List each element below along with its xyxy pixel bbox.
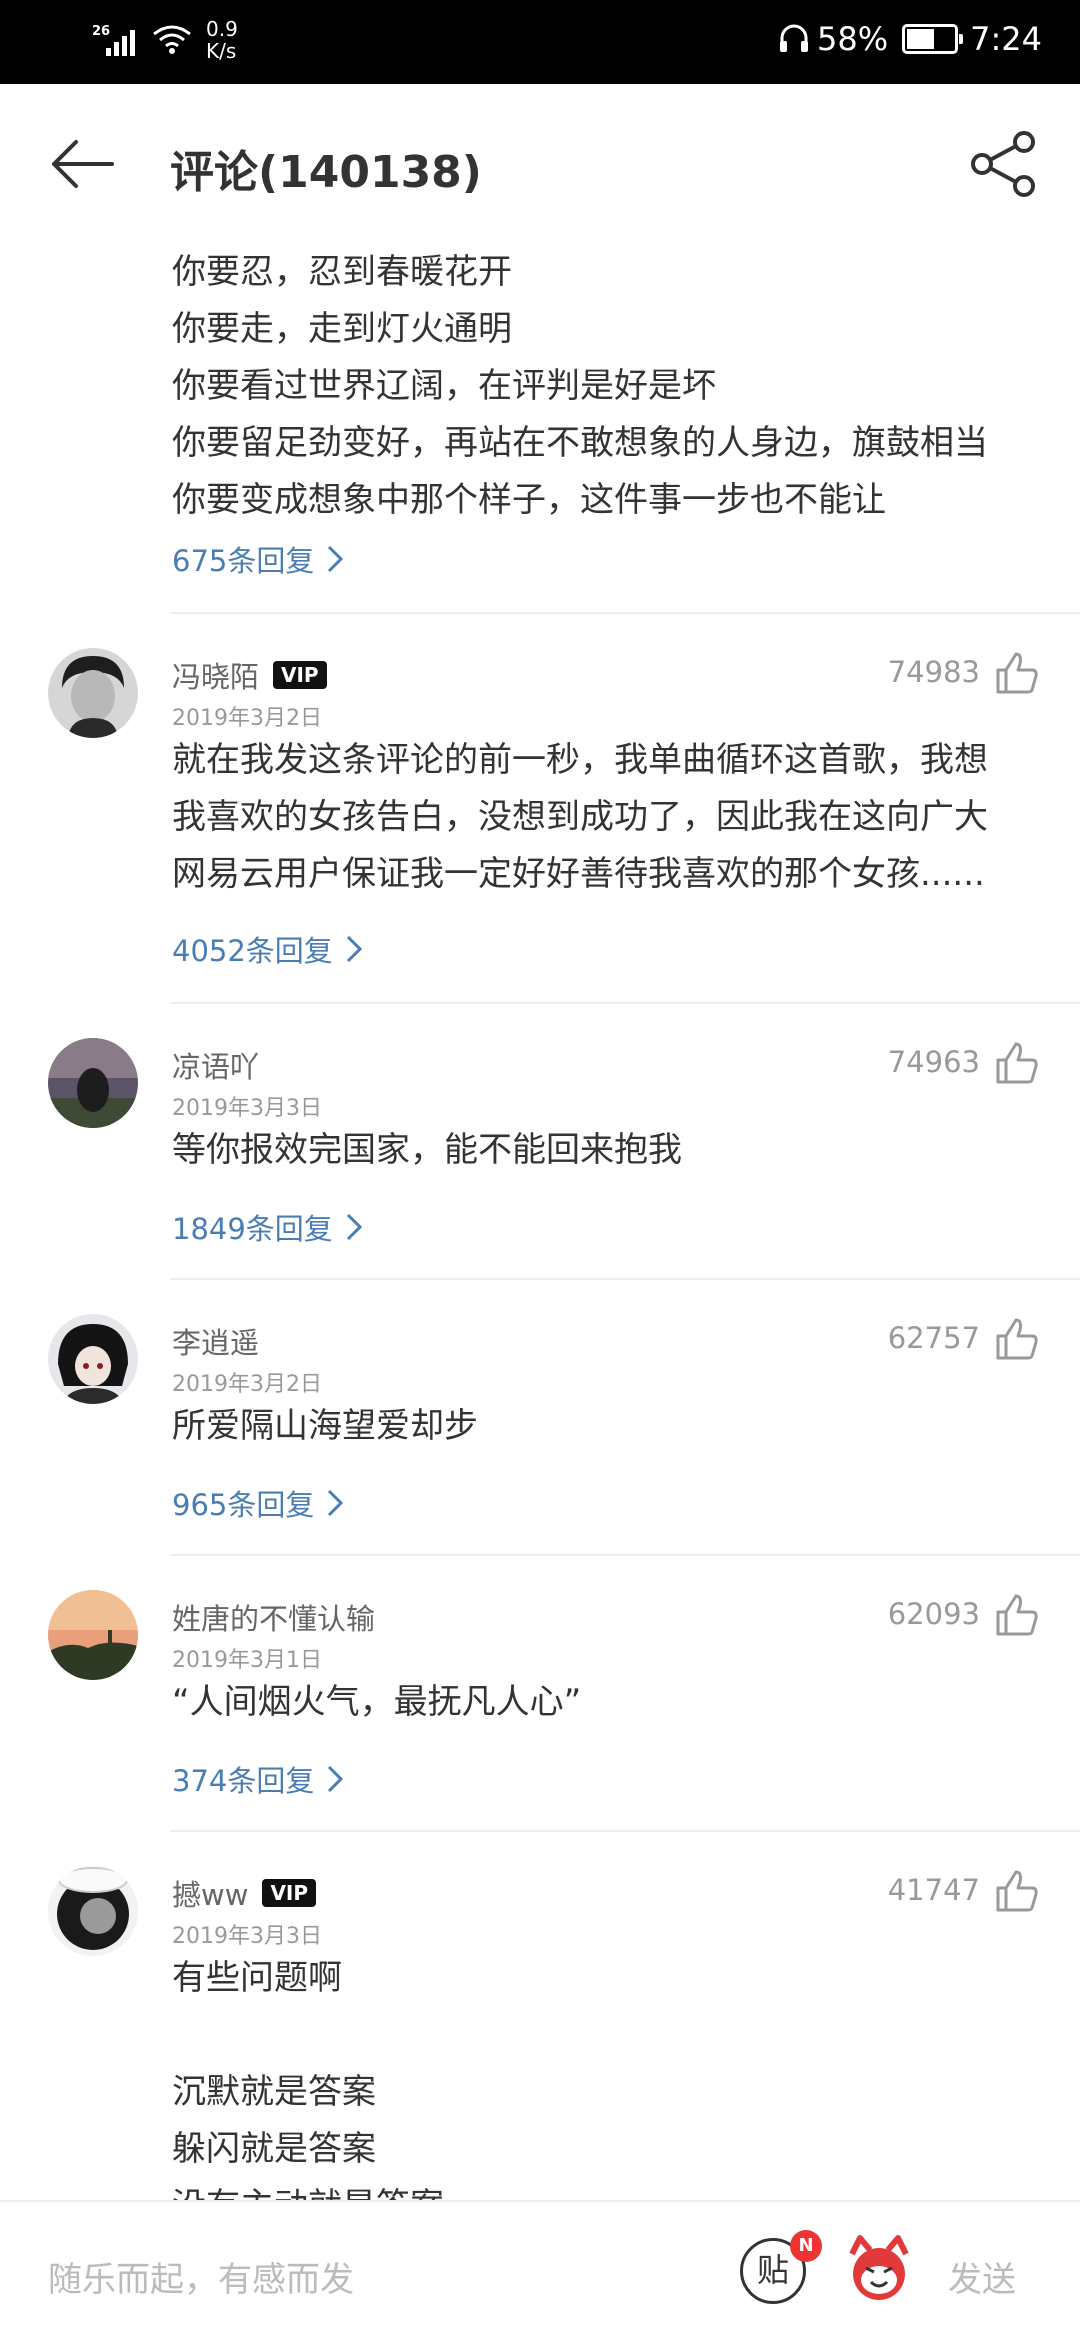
- like-button[interactable]: 62093: [888, 1590, 1040, 1638]
- header: 评论(140138): [0, 84, 1080, 244]
- comment-text: 所爱隔山海望爱却步: [172, 1406, 478, 1446]
- chevron-right-icon: [328, 545, 344, 573]
- share-icon[interactable]: [968, 128, 1040, 200]
- like-count: 74983: [887, 655, 980, 689]
- like-count: 62757: [887, 1321, 980, 1355]
- replies-link[interactable]: 675条回复: [172, 538, 1040, 580]
- thumbs-up-icon: [996, 652, 1038, 694]
- comment-date: 2019年3月3日: [172, 1924, 322, 1949]
- like-button[interactable]: 74983: [888, 648, 1040, 696]
- wifi-icon: [153, 25, 191, 54]
- vip-badge: VIP: [262, 1879, 317, 1907]
- username[interactable]: 姓唐的不懂认输: [172, 1596, 375, 1638]
- comment-text: 有些问题啊 沉默就是答案 躲闪就是答案 没有主动就是答案: [172, 1958, 444, 2200]
- signal-icon: 26: [92, 20, 142, 60]
- replies-link[interactable]: 1849条回复: [172, 1206, 1040, 1248]
- comment-date: 2019年3月1日: [172, 1648, 322, 1673]
- thumbs-up-icon: [996, 1594, 1038, 1636]
- send-button[interactable]: 发送: [948, 2252, 1016, 2301]
- divider: [170, 1002, 1080, 1004]
- comment-input[interactable]: 随乐而起，有感而发: [48, 2252, 354, 2301]
- username[interactable]: 凉语吖: [172, 1044, 259, 1086]
- username[interactable]: 撼ww: [172, 1872, 248, 1914]
- network-type: 26: [92, 24, 111, 39]
- comment-input-bar: 随乐而起，有感而发 贴 N 发送: [0, 2200, 1080, 2340]
- chevron-right-icon: [328, 1765, 344, 1793]
- thumbs-up-icon: [996, 1042, 1038, 1084]
- avatar[interactable]: [48, 1866, 138, 1956]
- battery-icon: [902, 24, 964, 54]
- divider: [170, 1830, 1080, 1832]
- back-arrow-icon[interactable]: [48, 128, 120, 200]
- vip-badge: VIP: [273, 661, 327, 689]
- like-count: 74963: [887, 1045, 980, 1079]
- divider: [170, 1554, 1080, 1556]
- like-button[interactable]: 74963: [888, 1038, 1040, 1086]
- comment-date: 2019年3月2日: [172, 1372, 322, 1397]
- replies-link[interactable]: 4052条回复: [172, 928, 1040, 970]
- like-count: 62093: [887, 1597, 980, 1631]
- like-button[interactable]: 41747: [888, 1866, 1040, 1914]
- emoji-face-icon[interactable]: [844, 2234, 914, 2304]
- divider: [170, 1278, 1080, 1280]
- page-title: 评论(140138): [170, 147, 482, 198]
- like-count: 41747: [887, 1873, 980, 1907]
- comment-date: 2019年3月3日: [172, 1096, 322, 1121]
- comment-text: 就在我发这条评论的前一秒，我单曲循环这首歌，我想 我喜欢的女孩告白，没想到成功了…: [172, 740, 988, 894]
- new-badge: N: [790, 2230, 822, 2262]
- chevron-right-icon: [346, 935, 362, 963]
- clock: 7:24: [970, 20, 1042, 58]
- thumbs-up-icon: [996, 1318, 1038, 1360]
- username[interactable]: 冯晓陌: [172, 654, 259, 696]
- avatar[interactable]: [48, 1038, 138, 1128]
- replies-link[interactable]: 965条回复: [172, 1482, 1040, 1524]
- comment-text: 你要忍，忍到春暖花开 你要走，走到灯火通明 你要看过世界辽阔，在评判是好是坏 你…: [172, 252, 988, 520]
- replies-link[interactable]: 374条回复: [172, 1758, 1040, 1800]
- chevron-right-icon: [328, 1489, 344, 1517]
- avatar[interactable]: [48, 1590, 138, 1680]
- network-speed: 0.9 K/s: [206, 17, 238, 63]
- avatar[interactable]: [48, 1314, 138, 1404]
- status-bar: 26 0.9 K/s 58% 7:24: [0, 0, 1080, 84]
- avatar[interactable]: [48, 648, 138, 738]
- comment-text: 等你报效完国家，能不能回来抱我: [172, 1130, 682, 1170]
- like-button[interactable]: 62757: [888, 1314, 1040, 1362]
- battery-percent: 58%: [817, 20, 889, 58]
- username[interactable]: 李逍遥: [172, 1320, 259, 1362]
- headphones-icon: [780, 24, 809, 52]
- comment-date: 2019年3月2日: [172, 706, 322, 731]
- comment-list[interactable]: 你要忍，忍到春暖花开 你要走，走到灯火通明 你要看过世界辽阔，在评判是好是坏 你…: [0, 244, 1080, 2200]
- thumbs-up-icon: [996, 1870, 1038, 1912]
- comment-text: “人间烟火气，最抚凡人心”: [172, 1682, 582, 1722]
- chevron-right-icon: [346, 1213, 362, 1241]
- divider: [170, 612, 1080, 614]
